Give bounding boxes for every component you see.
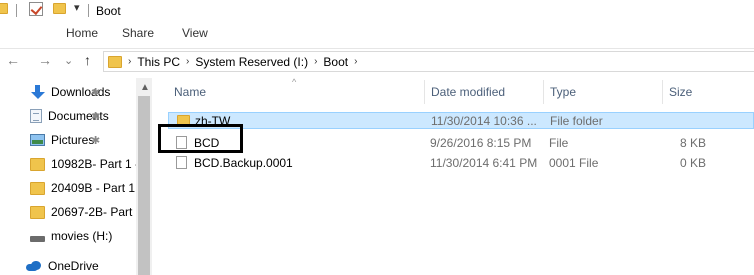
column-header-date-modified[interactable]: Date modified (431, 80, 541, 104)
file-row-bcd-backup[interactable]: BCD.Backup.0001 11/30/2014 6:41 PM 0001 … (168, 155, 754, 172)
tab-view[interactable]: View (182, 26, 208, 40)
column-header-size[interactable]: Size (669, 80, 729, 104)
column-header-name[interactable]: Name (174, 80, 424, 104)
nav-item-label: movies (H:) (51, 229, 113, 243)
nav-item-folder-20409b[interactable]: 20409B - Part 1 - (30, 177, 142, 199)
file-date-modified: 11/30/2014 6:41 PM (430, 156, 538, 170)
scroll-up-arrow-icon[interactable]: ▲ (140, 82, 150, 93)
column-header-type[interactable]: Type (550, 80, 660, 104)
drive-icon (30, 236, 45, 242)
download-arrow-icon (30, 85, 45, 99)
ribbon-tabs: Home Share View (0, 22, 754, 44)
properties-checkbox-icon[interactable] (29, 2, 43, 16)
nav-item-onedrive[interactable]: OneDrive (26, 255, 99, 275)
nav-pane-scrollbar[interactable]: ▲ (136, 78, 152, 275)
file-name: zh-TW (195, 114, 231, 128)
file-date-modified: 11/30/2014 10:36 ... (431, 114, 537, 128)
nav-item-label: 20409B - Part 1 - (51, 181, 143, 195)
folder-icon (0, 3, 8, 14)
file-row-zh-tw[interactable]: zh-TW 11/30/2014 10:36 ... File folder (168, 112, 754, 129)
scrollbar-thumb[interactable] (138, 96, 150, 275)
toolbar-separator (88, 4, 89, 17)
nav-item-label: 20697-2B- Part 1 (51, 205, 143, 219)
nav-item-label: Pictures (51, 133, 95, 147)
address-toolbar: ← → ⌄ ↑ › This PC › System Reserved (I:)… (0, 48, 754, 72)
file-icon (176, 156, 187, 169)
file-date-modified: 9/26/2016 8:15 PM (430, 136, 532, 150)
recent-locations-chevron-icon[interactable]: ⌄ (64, 54, 73, 67)
onedrive-cloud-icon (26, 261, 42, 271)
new-folder-icon[interactable] (53, 3, 66, 14)
nav-item-label: Downloads (51, 85, 111, 99)
nav-item-label: OneDrive (48, 259, 99, 273)
breadcrumb-chevron-icon[interactable]: › (314, 56, 317, 67)
nav-item-folder-10982b[interactable]: 10982B- Part 1 - (30, 153, 139, 175)
breadcrumb-boot[interactable]: Boot (323, 55, 348, 69)
column-divider[interactable] (543, 80, 544, 104)
file-size: 8 KB (679, 136, 706, 150)
nav-item-folder-20697[interactable]: 20697-2B- Part 1 (30, 201, 142, 223)
file-icon (176, 136, 187, 149)
column-divider[interactable] (662, 80, 663, 104)
breadcrumb-system-reserved[interactable]: System Reserved (I:) (195, 55, 308, 69)
folder-icon (30, 205, 45, 219)
address-bar[interactable]: › This PC › System Reserved (I:) › Boot … (103, 51, 754, 72)
nav-item-movies-drive[interactable]: movies (H:) (30, 225, 112, 247)
file-name: BCD (194, 136, 220, 150)
title-bar: ▾ Boot (0, 0, 754, 22)
file-name: BCD.Backup.0001 (194, 156, 293, 170)
pin-icon[interactable]: ✱ (91, 110, 100, 123)
file-size: 0 KB (679, 156, 706, 170)
navigation-pane: Downloads ✱ Documents ✱ Pictures ✱ 10982… (0, 78, 152, 275)
breadcrumb-chevron-icon[interactable]: › (186, 56, 189, 67)
up-arrow-icon[interactable]: ↑ (84, 52, 91, 68)
breadcrumb-this-pc[interactable]: This PC (137, 55, 180, 69)
forward-arrow-icon[interactable]: → (38, 52, 52, 68)
pin-icon[interactable]: ✱ (91, 134, 100, 147)
file-type: File (549, 136, 569, 150)
file-type: File folder (550, 114, 603, 128)
tab-home[interactable]: Home (66, 26, 98, 40)
toolbar-separator (16, 4, 17, 17)
customize-dropdown-icon[interactable]: ▾ (74, 1, 80, 14)
column-divider[interactable] (424, 80, 425, 104)
breadcrumb-chevron-icon[interactable]: › (354, 56, 357, 67)
folder-icon (108, 55, 122, 68)
folder-icon (30, 181, 45, 195)
tab-share[interactable]: Share (122, 26, 154, 40)
breadcrumb-chevron-icon[interactable]: › (128, 56, 131, 67)
back-arrow-icon[interactable]: ← (6, 52, 20, 68)
file-type: 0001 File (549, 156, 599, 170)
nav-item-label: 10982B- Part 1 - (51, 157, 140, 171)
pictures-icon (30, 134, 45, 146)
file-row-bcd[interactable]: BCD 9/26/2016 8:15 PM File 8 KB (168, 135, 754, 152)
folder-icon (177, 115, 190, 127)
nav-item-pictures[interactable]: Pictures (30, 129, 94, 151)
document-icon (30, 109, 42, 123)
pin-icon[interactable]: ✱ (91, 86, 100, 99)
window-title: Boot (96, 4, 121, 18)
folder-icon (30, 157, 45, 171)
